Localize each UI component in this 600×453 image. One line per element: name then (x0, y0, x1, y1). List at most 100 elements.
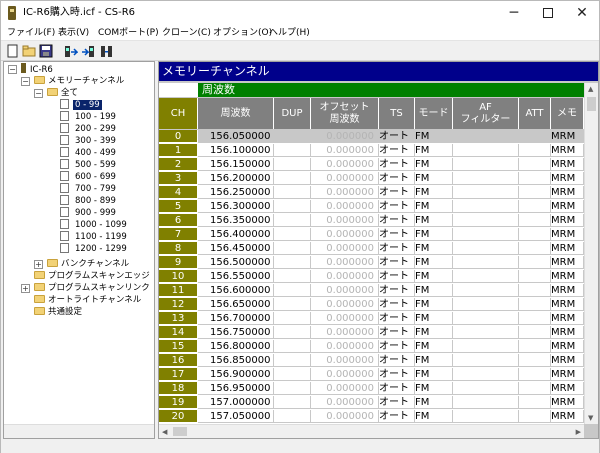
cell-att[interactable] (519, 312, 551, 325)
cell-dup[interactable] (274, 410, 311, 423)
table-row[interactable]: 14 156.750000 0.000000 オート FM MRM (159, 326, 584, 340)
scroll-left-icon[interactable]: ◀ (162, 428, 167, 436)
cell-memo[interactable]: MRM (551, 270, 584, 283)
read-from-radio-icon[interactable] (63, 44, 79, 59)
expand-bank-icon[interactable]: + (34, 260, 43, 269)
cell-af-filter[interactable] (453, 340, 519, 353)
cell-ts[interactable]: オート (379, 396, 415, 409)
collapse-root-icon[interactable]: − (8, 65, 17, 74)
cell-ch[interactable]: 4 (159, 186, 198, 199)
cell-memo[interactable]: MRM (551, 354, 584, 367)
cell-offset[interactable]: 0.000000 (311, 354, 379, 367)
horizontal-scroll-thumb[interactable] (173, 427, 187, 436)
cell-frequency[interactable]: 156.150000 (198, 158, 274, 171)
table-row[interactable]: 4 156.250000 0.000000 オート FM MRM (159, 186, 584, 200)
cell-att[interactable] (519, 242, 551, 255)
cell-att[interactable] (519, 214, 551, 227)
tree-range-item[interactable]: 600 - 699 (60, 171, 118, 183)
cell-offset[interactable]: 0.000000 (311, 214, 379, 227)
cell-offset[interactable]: 0.000000 (311, 144, 379, 157)
cell-ts[interactable]: オート (379, 326, 415, 339)
cell-frequency[interactable]: 156.700000 (198, 312, 274, 325)
cell-memo[interactable]: MRM (551, 312, 584, 325)
cell-dup[interactable] (274, 298, 311, 311)
expand-prog-link-icon[interactable]: + (21, 284, 30, 293)
cell-ts[interactable]: オート (379, 228, 415, 241)
cell-memo[interactable]: MRM (551, 214, 584, 227)
table-row[interactable]: 3 156.200000 0.000000 オート FM MRM (159, 172, 584, 186)
cell-mode[interactable]: FM (415, 340, 453, 353)
cell-offset[interactable]: 0.000000 (311, 368, 379, 381)
cell-mode[interactable]: FM (415, 200, 453, 213)
cell-ch[interactable]: 20 (159, 410, 198, 423)
cell-ts[interactable]: オート (379, 186, 415, 199)
tree-bank-channel[interactable]: バンクチャンネル (47, 258, 129, 270)
cell-dup[interactable] (274, 396, 311, 409)
cell-att[interactable] (519, 200, 551, 213)
cell-mode[interactable]: FM (415, 382, 453, 395)
column-header-mode[interactable]: モード (415, 98, 453, 129)
table-row[interactable]: 15 156.800000 0.000000 オート FM MRM (159, 340, 584, 354)
cell-ch[interactable]: 11 (159, 284, 198, 297)
cell-dup[interactable] (274, 158, 311, 171)
cell-dup[interactable] (274, 144, 311, 157)
cell-att[interactable] (519, 228, 551, 241)
scroll-right-icon[interactable]: ▶ (576, 428, 581, 436)
tree-auto-write-channel[interactable]: オートライトチャンネル (34, 294, 141, 306)
tree-range-item[interactable]: 800 - 899 (60, 195, 118, 207)
cell-ts[interactable]: オート (379, 158, 415, 171)
cell-dup[interactable] (274, 368, 311, 381)
cell-mode[interactable]: FM (415, 354, 453, 367)
cell-ch[interactable]: 7 (159, 228, 198, 241)
cell-frequency[interactable]: 156.050000 (198, 130, 274, 143)
cell-frequency[interactable]: 156.600000 (198, 284, 274, 297)
cell-af-filter[interactable] (453, 144, 519, 157)
tree-range-item[interactable]: 0 - 99 (60, 99, 102, 111)
cell-att[interactable] (519, 256, 551, 269)
table-row[interactable]: 17 156.900000 0.000000 オート FM MRM (159, 368, 584, 382)
table-row[interactable]: 6 156.350000 0.000000 オート FM MRM (159, 214, 584, 228)
maximize-button[interactable] (531, 1, 565, 25)
cell-offset[interactable]: 0.000000 (311, 410, 379, 423)
cell-ts[interactable]: オート (379, 242, 415, 255)
cell-ch[interactable]: 2 (159, 158, 198, 171)
cell-mode[interactable]: FM (415, 312, 453, 325)
cell-dup[interactable] (274, 186, 311, 199)
cell-ch[interactable]: 10 (159, 270, 198, 283)
cell-offset[interactable]: 0.000000 (311, 228, 379, 241)
cell-af-filter[interactable] (453, 214, 519, 227)
cell-frequency[interactable]: 156.100000 (198, 144, 274, 157)
cell-frequency[interactable]: 156.800000 (198, 340, 274, 353)
cell-frequency[interactable]: 156.450000 (198, 242, 274, 255)
cell-dup[interactable] (274, 284, 311, 297)
cell-memo[interactable]: MRM (551, 284, 584, 297)
cell-att[interactable] (519, 158, 551, 171)
tree-range-item[interactable]: 1000 - 1099 (60, 219, 129, 231)
tree-common-settings[interactable]: 共通設定 (34, 306, 82, 318)
cell-mode[interactable]: FM (415, 228, 453, 241)
column-header-ch[interactable]: CH (159, 98, 198, 129)
cell-ch[interactable]: 9 (159, 256, 198, 269)
menu-help[interactable]: ヘルプ(H) (269, 27, 310, 39)
table-row[interactable]: 18 156.950000 0.000000 オート FM MRM (159, 382, 584, 396)
tree-root[interactable]: IC-R6 (21, 63, 53, 75)
tree-program-scan-link[interactable]: プログラムスキャンリンク (34, 282, 150, 294)
cell-ch[interactable]: 15 (159, 340, 198, 353)
column-header-ts[interactable]: TS (379, 98, 415, 129)
cell-dup[interactable] (274, 214, 311, 227)
cell-offset[interactable]: 0.000000 (311, 172, 379, 185)
table-row[interactable]: 7 156.400000 0.000000 オート FM MRM (159, 228, 584, 242)
cell-offset[interactable]: 0.000000 (311, 158, 379, 171)
open-folder-icon[interactable] (22, 44, 37, 59)
cell-ts[interactable]: オート (379, 270, 415, 283)
cell-mode[interactable]: FM (415, 144, 453, 157)
cell-ch[interactable]: 3 (159, 172, 198, 185)
cell-offset[interactable]: 0.000000 (311, 284, 379, 297)
cell-frequency[interactable]: 156.650000 (198, 298, 274, 311)
cell-mode[interactable]: FM (415, 186, 453, 199)
cell-ts[interactable]: オート (379, 172, 415, 185)
cell-mode[interactable]: FM (415, 270, 453, 283)
tree-range-item[interactable]: 500 - 599 (60, 159, 118, 171)
cell-af-filter[interactable] (453, 312, 519, 325)
cell-ch[interactable]: 6 (159, 214, 198, 227)
